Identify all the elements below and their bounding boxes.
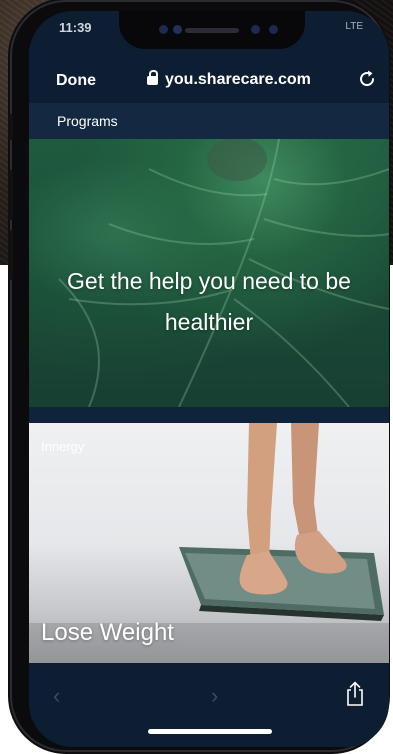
- phone-screen: 11:39 LTE Done you.sharecare.com Program…: [29, 11, 389, 747]
- browser-navbar: Done you.sharecare.com: [29, 55, 389, 103]
- lock-icon: [147, 70, 158, 85]
- speaker-grille: [185, 28, 239, 33]
- section-title: Programs: [57, 113, 118, 129]
- home-indicator[interactable]: [148, 729, 272, 734]
- hero-banner[interactable]: Get the help you need to be healthier: [29, 139, 389, 407]
- back-button[interactable]: ‹: [53, 683, 60, 709]
- card-brand: Innergy: [41, 439, 85, 454]
- section-header: Programs: [29, 103, 389, 139]
- notch: [119, 11, 305, 49]
- status-signal: LTE: [345, 21, 363, 32]
- hero-headline: Get the help you need to be healthier: [67, 268, 351, 335]
- reload-icon[interactable]: [357, 69, 377, 94]
- phone-frame: 11:39 LTE Done you.sharecare.com Program…: [8, 2, 389, 750]
- forward-button[interactable]: ›: [211, 683, 218, 709]
- mute-switch: [8, 114, 13, 140]
- sensor-icon: [173, 25, 182, 34]
- volume-down-button: [8, 230, 13, 280]
- camera-icon: [159, 25, 168, 34]
- card-title: Lose Weight: [41, 619, 174, 646]
- url-text: you.sharecare.com: [165, 71, 311, 88]
- share-icon[interactable]: [345, 681, 365, 712]
- done-button[interactable]: Done: [56, 72, 96, 90]
- sensor-icon: [269, 25, 278, 34]
- browser-toolbar: ‹ ›: [29, 663, 389, 747]
- card-divider: [29, 407, 389, 423]
- status-time: 11:39: [59, 20, 92, 35]
- volume-up-button: [8, 170, 13, 220]
- sensor-icon: [251, 25, 260, 34]
- url-display[interactable]: you.sharecare.com: [147, 70, 311, 89]
- program-card[interactable]: Innergy Lose Weight: [29, 423, 389, 663]
